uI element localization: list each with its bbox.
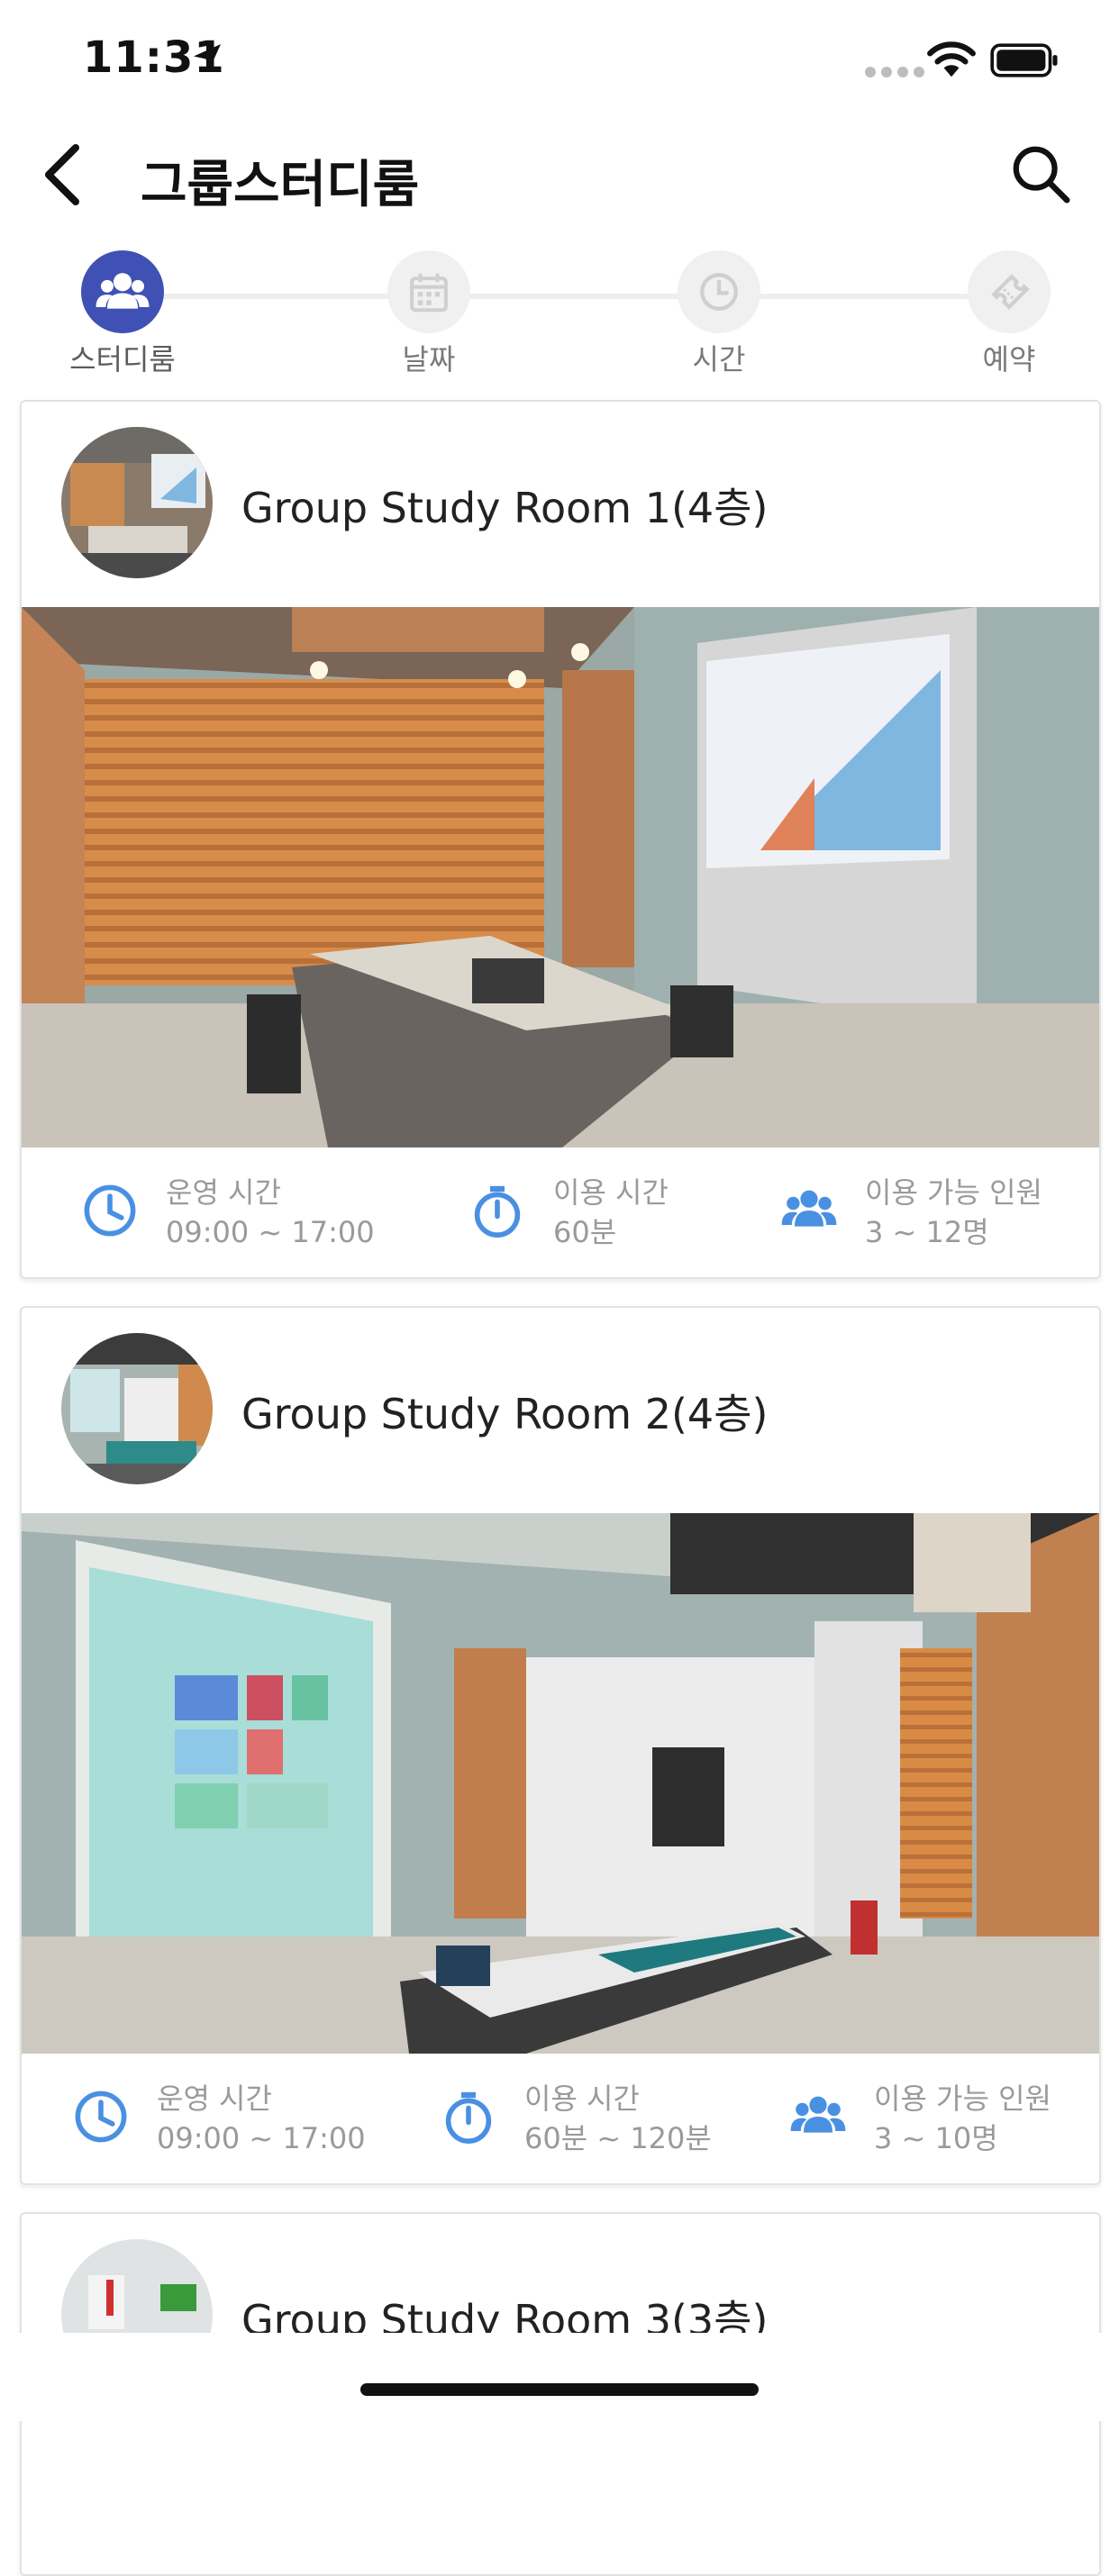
room-card-header: Group Study Room 2(4층): [22, 1308, 1099, 1513]
people-icon: [781, 1190, 837, 1227]
info-value: 3 ~ 10명: [874, 2121, 998, 2155]
page-title: 그룹스터디룸: [141, 156, 420, 214]
step-reserve[interactable]: 예약: [937, 250, 1081, 378]
step-circle: [387, 250, 470, 333]
step-label: 예약: [982, 342, 1036, 376]
back-arrow-icon[interactable]: [40, 141, 86, 209]
clock-icon: [700, 273, 738, 311]
info-value: 09:00 ~ 17:00: [166, 1215, 375, 1249]
info-label: 이용 가능 인원: [865, 1175, 1042, 1210]
info-label: 운영 시간: [157, 2082, 272, 2116]
room-name: Group Study Room 2(4층): [241, 1390, 769, 1438]
info-label: 이용 시간: [524, 2082, 640, 2116]
group-icon: [96, 273, 150, 309]
home-indicator-area: [0, 2333, 1119, 2421]
step-time[interactable]: 시간: [647, 250, 791, 378]
capacity: 이용 가능 인원 3 ~ 12명: [780, 1173, 1042, 1252]
info-value: 60분: [553, 1215, 617, 1249]
steps-connector-line: [126, 294, 1009, 299]
booking-steps: 스터디룸 날짜 시간 예약: [0, 245, 1119, 376]
stopwatch-icon: [445, 2091, 492, 2144]
navigation-bar: 그룹스터디룸: [0, 126, 1119, 225]
operating-hours: 운영 시간 09:00 ~ 17:00: [72, 2079, 366, 2158]
step-label: 스터디룸: [69, 342, 176, 376]
room-info-row: 운영 시간 09:00 ~ 17:00 이용 시간 60분 이용 가능 인원 3…: [22, 1147, 1099, 1277]
battery-icon: [990, 43, 1058, 77]
step-label: 시간: [692, 342, 746, 376]
room-card-header: Group Study Room 1(4층): [22, 402, 1099, 607]
step-study-room[interactable]: 스터디룸: [50, 250, 195, 378]
search-icon[interactable]: [1009, 142, 1072, 205]
room-card-1[interactable]: Group Study Room 1(4층) 운영 시간 09:00 ~ 17:…: [20, 400, 1101, 1279]
clock-icon: [84, 1184, 136, 1237]
usage-duration: 이용 시간 60분 ~ 120분: [440, 2079, 712, 2158]
room-name: Group Study Room 1(4층): [241, 484, 769, 532]
info-value: 60분 ~ 120분: [524, 2121, 712, 2155]
step-circle: [968, 250, 1051, 333]
wifi-icon: [927, 41, 976, 77]
usage-duration: 이용 시간 60분: [469, 1173, 669, 1252]
location-arrow-icon: [194, 44, 221, 71]
cellular-signal-icon: [865, 67, 924, 77]
stopwatch-icon: [474, 1185, 521, 1238]
clock-icon: [75, 2091, 127, 2143]
room-photo: [22, 607, 1099, 1147]
operating-hours: 운영 시간 09:00 ~ 17:00: [81, 1173, 375, 1252]
status-bar: 11:31: [0, 0, 1119, 117]
info-label: 이용 가능 인원: [874, 2082, 1051, 2116]
room-thumbnail: [61, 427, 213, 578]
capacity: 이용 가능 인원 3 ~ 10명: [789, 2079, 1051, 2158]
people-icon: [790, 2096, 846, 2133]
room-photo: [22, 1513, 1099, 2054]
info-label: 이용 시간: [553, 1175, 669, 1210]
room-info-row: 운영 시간 09:00 ~ 17:00 이용 시간 60분 ~ 120분 이용 …: [22, 2054, 1099, 2183]
room-thumbnail: [61, 1333, 213, 1484]
home-indicator[interactable]: [360, 2383, 759, 2396]
step-label: 날짜: [402, 342, 456, 376]
ticket-icon: [991, 274, 1030, 310]
step-circle: [81, 250, 164, 333]
step-circle: [678, 250, 760, 333]
info-value: 3 ~ 12명: [865, 1215, 989, 1249]
room-card-2[interactable]: Group Study Room 2(4층) 운영 시간 09:00 ~ 17:…: [20, 1306, 1101, 2185]
info-label: 운영 시간: [166, 1175, 281, 1210]
info-value: 09:00 ~ 17:00: [157, 2121, 366, 2155]
step-date[interactable]: 날짜: [357, 250, 501, 378]
calendar-icon: [410, 273, 448, 313]
